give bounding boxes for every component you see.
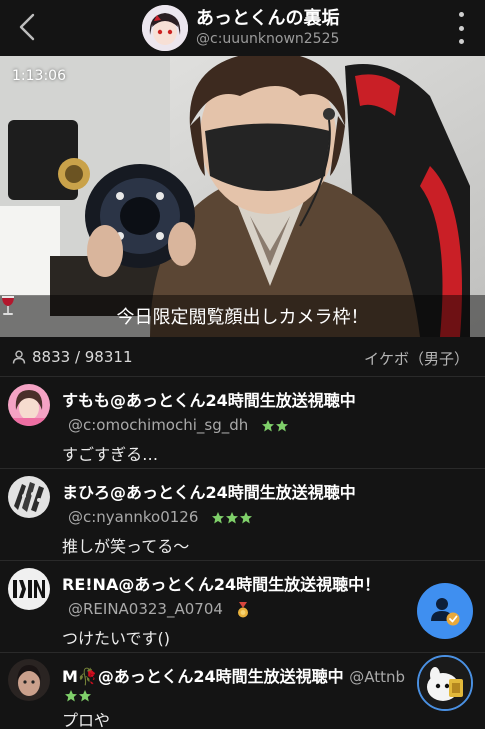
stream-stats-bar: 8833 / 98311 イケボ（男子） [0, 337, 485, 377]
commenter-id: @Attnb [349, 668, 406, 686]
two-green-stars-icon [262, 419, 289, 431]
comment-text: すごすぎる… [62, 445, 159, 464]
commenter-name[interactable]: まひろ@あっとくん24時間生放送視聴中 [62, 479, 356, 503]
commenter-avatar[interactable] [8, 384, 50, 426]
comment-item: まひろ@あっとくん24時間生放送視聴中 @c:nyannko0126 推しが笑っ… [0, 469, 485, 561]
commenter-id: @c:nyannko0126 [68, 508, 199, 526]
comment-item: M🥀@あっとくん24時間生放送視聴中 @Attnb プロや [0, 653, 485, 729]
commenter-avatar[interactable] [8, 476, 50, 518]
host-name[interactable]: あっとくんの裏垢 [196, 4, 339, 30]
top-bar: あっとくんの裏垢 @c:uuunknown2525 [0, 0, 485, 56]
more-dot-icon [458, 39, 464, 44]
wine-glass-icon [2, 296, 14, 315]
stream-title-bar: 今日限定閲覧顔出しカメラ枠！ [0, 295, 485, 337]
comment-item: すもも@あっとくん24時間生放送視聴中 @c:omochimochi_sg_dh… [0, 377, 485, 469]
commenter-name[interactable]: RE!NA@あっとくん24時間生放送視聴中！ [62, 571, 380, 595]
commenter-name[interactable]: すもも@あっとくん24時間生放送視聴中 [62, 387, 356, 411]
viewer-count: 8833 / 98311 [32, 348, 133, 366]
stream-title: 今日限定閲覧顔出しカメラ枠！ [116, 307, 369, 328]
three-green-stars-icon [212, 511, 253, 523]
commenter-id: @REINA0323_A0704 [68, 600, 223, 618]
elapsed-time: 1:13:06 [12, 68, 66, 84]
follow-button[interactable] [417, 583, 473, 639]
more-options-button[interactable] [455, 12, 467, 44]
commenter-id: @c:omochimochi_sg_dh [68, 416, 249, 434]
comment-item: RE!NA@あっとくん24時間生放送視聴中！ @REINA0323_A0704 … [0, 561, 485, 653]
person-icon [12, 350, 26, 364]
mascot-icon [419, 657, 471, 709]
comment-text: 推しが笑ってる〜 [62, 537, 190, 556]
stream-category[interactable]: イケボ（男子） [364, 348, 469, 369]
more-dot-icon [458, 12, 464, 17]
commenter-avatar[interactable] [8, 568, 50, 610]
host-avatar[interactable] [142, 5, 188, 51]
commenter-id-row: @c:omochimochi_sg_dh [68, 416, 289, 434]
more-dot-icon [458, 25, 464, 31]
commenter-avatar[interactable] [8, 659, 50, 701]
commenter-id-row: @REINA0323_A0704 [68, 600, 250, 618]
back-button[interactable] [10, 8, 44, 46]
host-id: @c:uuunknown2525 [196, 31, 340, 47]
gold-medal-icon [237, 601, 248, 617]
follow-user-icon [431, 598, 460, 626]
commenter-name-row[interactable]: M🥀@あっとくん24時間生放送視聴中 @Attnb [62, 663, 405, 687]
character-button[interactable] [417, 655, 473, 711]
comment-list[interactable]: すもも@あっとくん24時間生放送視聴中 @c:omochimochi_sg_dh… [0, 377, 485, 729]
commenter-name: M🥀@あっとくん24時間生放送視聴中 [62, 667, 344, 686]
two-green-stars-icon [65, 690, 91, 702]
comment-text: プロや [62, 711, 111, 729]
live-video[interactable]: 1:13:06 今日限定閲覧顔出しカメラ枠！ [0, 56, 485, 337]
chevron-left-icon [19, 13, 35, 41]
comment-text: つけたいです() [62, 629, 171, 648]
commenter-id-row: @c:nyannko0126 [68, 508, 253, 526]
